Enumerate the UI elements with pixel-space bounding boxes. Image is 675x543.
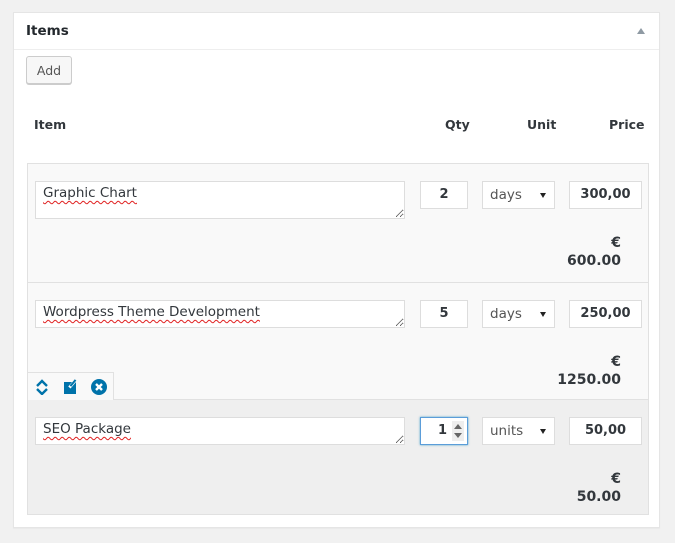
- column-header-price: Price: [609, 117, 645, 132]
- qty-stepper[interactable]: [452, 421, 464, 441]
- item-description-field[interactable]: Wordpress Theme Development: [35, 300, 405, 328]
- item-unit-select[interactable]: days: [482, 300, 555, 328]
- item-row: SEO Package 1 units 50,00 € 50.00: [28, 400, 648, 514]
- item-price-field[interactable]: 300,00: [569, 181, 642, 209]
- increment-icon[interactable]: [454, 424, 462, 429]
- item-total-value: 1250.00: [557, 372, 621, 388]
- item-unit-value: units: [490, 423, 524, 439]
- item-qty-value: 1: [437, 423, 447, 438]
- items-list: Graphic Chart 2 days 300,00 € 600.00 Wor…: [27, 163, 649, 515]
- collapse-toggle-icon[interactable]: [637, 28, 645, 34]
- item-unit-select[interactable]: units: [482, 417, 555, 445]
- add-item-button[interactable]: Add: [26, 56, 72, 84]
- chevron-down-icon: [540, 312, 546, 317]
- item-description-field[interactable]: Graphic Chart: [35, 181, 405, 219]
- item-total: € 1250.00: [557, 353, 621, 389]
- currency-symbol: €: [611, 471, 621, 487]
- sort-icon[interactable]: [34, 379, 50, 396]
- item-qty-field[interactable]: 2: [420, 181, 468, 209]
- item-total-value: 50.00: [576, 489, 621, 505]
- edit-icon[interactable]: [63, 379, 79, 395]
- item-unit-value: days: [490, 306, 522, 322]
- column-header-unit: Unit: [527, 117, 557, 132]
- item-row: Graphic Chart 2 days 300,00 € 600.00: [28, 164, 648, 283]
- item-price-field[interactable]: 50,00: [569, 417, 642, 445]
- item-unit-select[interactable]: days: [482, 181, 555, 209]
- chevron-down-icon: [540, 429, 546, 434]
- panel-title: Items: [26, 23, 69, 39]
- panel-header[interactable]: Items: [14, 13, 659, 50]
- item-description-text: Wordpress Theme Development: [43, 304, 260, 320]
- item-qty-field[interactable]: 5: [420, 300, 468, 328]
- item-description-text: SEO Package: [43, 421, 131, 437]
- item-qty-field[interactable]: 1: [420, 417, 468, 445]
- currency-symbol: €: [611, 235, 621, 251]
- currency-symbol: €: [611, 354, 621, 370]
- chevron-down-icon: [540, 193, 546, 198]
- item-total: € 50.00: [577, 470, 621, 506]
- item-unit-value: days: [490, 187, 522, 203]
- item-price-field[interactable]: 250,00: [569, 300, 642, 328]
- item-total-value: 600.00: [566, 253, 621, 269]
- item-row: Wordpress Theme Development 5 days 250,0…: [28, 283, 648, 400]
- decrement-icon[interactable]: [454, 433, 462, 438]
- items-panel: Items Add Item Qty Unit Price Graphic Ch…: [13, 12, 660, 528]
- item-description-text: Graphic Chart: [43, 185, 137, 201]
- column-header-qty: Qty: [445, 117, 470, 132]
- column-header-item: Item: [34, 117, 67, 132]
- item-description-field[interactable]: SEO Package: [35, 417, 405, 445]
- item-total: € 600.00: [567, 234, 621, 270]
- remove-icon[interactable]: [91, 379, 107, 395]
- row-actions: [28, 372, 114, 400]
